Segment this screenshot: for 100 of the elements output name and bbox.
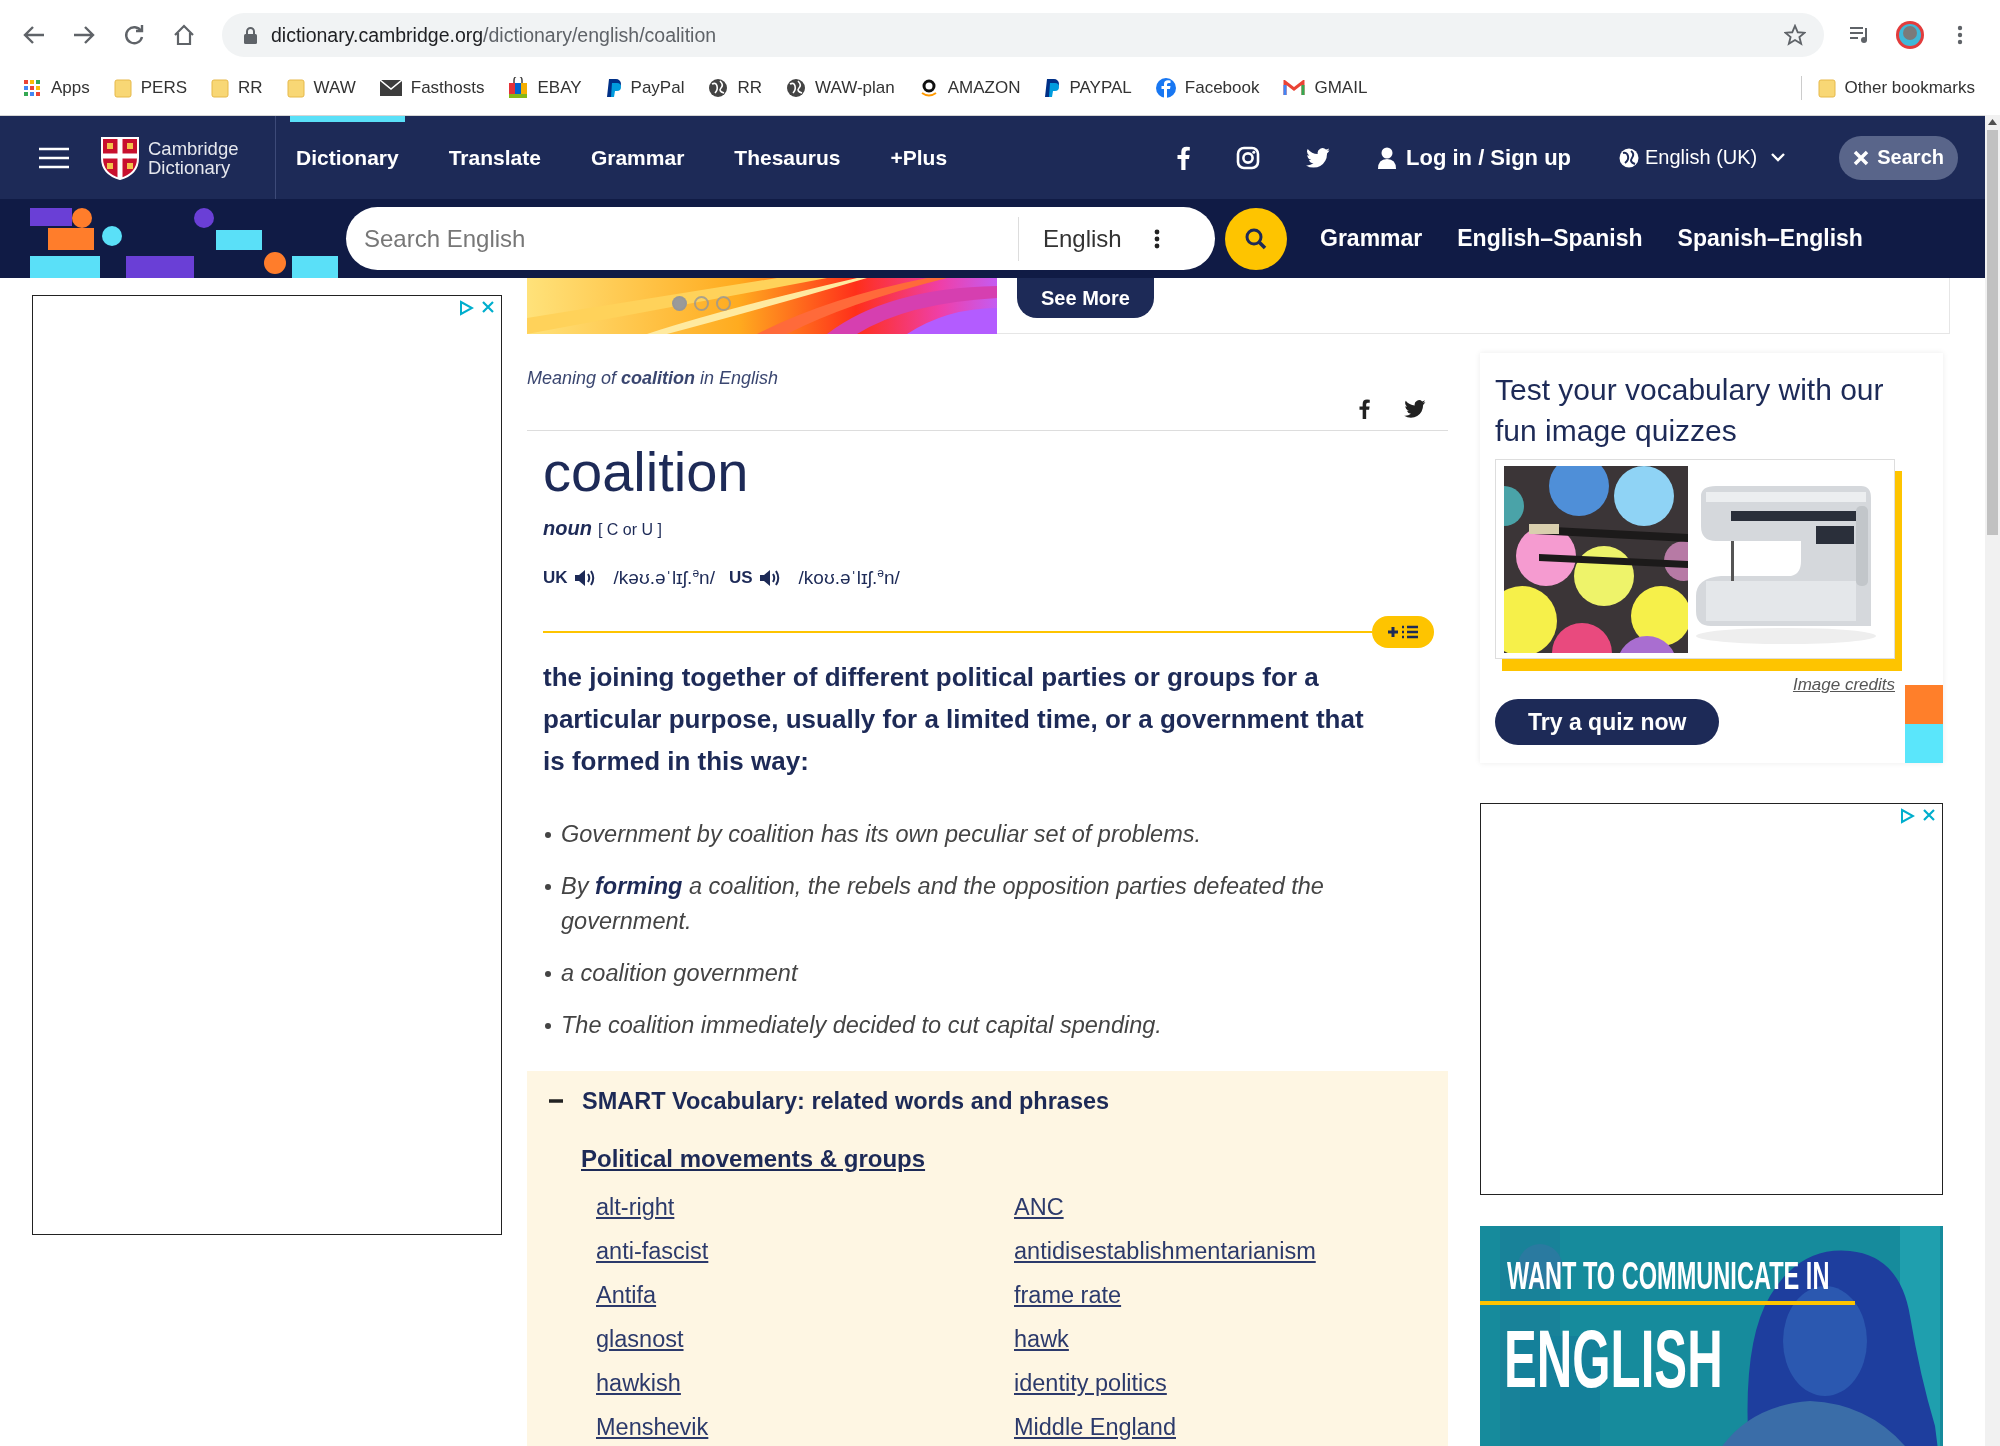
crest-icon <box>100 135 140 180</box>
bullet-icon <box>545 832 551 838</box>
word-link[interactable]: ANC <box>1014 1193 1064 1221</box>
topic-link[interactable]: Political movements & groups <box>581 1145 926 1173</box>
carousel-dot[interactable] <box>694 296 709 311</box>
bookmark[interactable]: Fasthosts <box>379 78 485 98</box>
lock-icon <box>244 26 257 44</box>
facebook-button[interactable] <box>1177 145 1191 170</box>
bookmark[interactable]: PERS <box>113 78 188 98</box>
bookmark[interactable]: PayPal <box>605 78 685 98</box>
globe-icon <box>1619 147 1639 168</box>
twitter-share-button[interactable] <box>1404 400 1426 418</box>
back-arrow-icon <box>23 25 45 45</box>
bookmark[interactable]: Apps <box>22 78 90 98</box>
close-icon[interactable] <box>481 300 495 314</box>
bullet-icon <box>545 971 551 977</box>
bookmark[interactable]: RR <box>708 78 762 98</box>
ad-headline: WANT TO COMMUNICATE IN <box>1507 1254 1830 1298</box>
word-link[interactable]: Antifa <box>596 1281 657 1309</box>
ad-choices-icon[interactable] <box>458 300 474 316</box>
shopping-bag-icon <box>508 77 529 99</box>
nav-tab[interactable]: Thesaurus <box>728 116 847 199</box>
ad-title: ENGLISH <box>1504 1314 1723 1404</box>
word-link[interactable]: anti-fascist <box>596 1237 709 1265</box>
folder-icon <box>211 78 230 98</box>
nav-tab[interactable]: Grammar <box>584 116 691 199</box>
scroll-up-arrow[interactable] <box>1988 119 1997 125</box>
bookmark[interactable]: PAYPAL <box>1044 78 1132 98</box>
dictionary-select[interactable]: English <box>1019 216 1160 261</box>
instagram-button[interactable] <box>1236 145 1261 170</box>
bookmark[interactable]: WAW-plan <box>786 78 895 98</box>
pronunciation: /kəʊ.əˈlɪʃ.$^{ə}$n/ <box>613 566 715 590</box>
menu-button[interactable] <box>38 146 70 169</box>
nav-tab[interactable]: +Plus <box>884 116 954 199</box>
facebook-icon <box>1155 78 1176 98</box>
scrollbar-thumb[interactable] <box>1987 130 1998 535</box>
folder-icon <box>1817 78 1836 98</box>
facebook-icon <box>1359 399 1370 419</box>
quiz-button[interactable]: Try a quiz now <box>1495 699 1720 745</box>
bookmark[interactable]: WAW <box>286 78 356 98</box>
reload-icon <box>123 24 145 46</box>
part-of-speech: noun <box>543 516 592 540</box>
bookmark[interactable]: RR <box>211 78 263 98</box>
headword: coalition <box>542 440 750 504</box>
pronunciation: /koʊ.əˈlɪʃ.$^{ə}$n/ <box>798 566 900 590</box>
example-sentence: By forming a coalition, the rebels and the opposition parties defeated the government. <box>561 872 1325 936</box>
word-link[interactable]: antidisestablishmentarianism <box>1014 1237 1316 1265</box>
plus-list-icon <box>1387 624 1419 640</box>
bookmark[interactable]: GMAIL <box>1283 78 1368 98</box>
home-icon <box>173 24 195 46</box>
speaker-icon[interactable] <box>573 568 596 588</box>
word-link[interactable]: Menshevik <box>596 1413 709 1441</box>
bird-icon <box>1404 400 1426 418</box>
forward-arrow-icon <box>73 25 95 45</box>
example-sentence: Government by coalition has its own peculiar set of problems. <box>561 820 1202 849</box>
menu-icon <box>38 146 70 169</box>
bookmark[interactable]: Facebook <box>1155 78 1260 98</box>
word-link[interactable]: identity politics <box>1014 1369 1167 1397</box>
address-bar[interactable]: dictionary.cambridge.org/dictionary/english/coalition <box>222 13 1824 57</box>
word-link[interactable]: hawk <box>1014 1325 1069 1353</box>
word-link[interactable]: alt-right <box>596 1193 675 1221</box>
nav-link[interactable]: Grammar <box>1320 225 1423 252</box>
word-link[interactable]: frame rate <box>1014 1281 1122 1309</box>
facebook-share-button[interactable] <box>1359 399 1370 419</box>
speaker-icon[interactable] <box>758 568 781 588</box>
word-link[interactable]: glasnost <box>596 1325 684 1353</box>
word-link[interactable]: Middle England <box>1014 1413 1176 1441</box>
carousel-dot[interactable] <box>716 296 731 311</box>
nav-link[interactable]: English–Spanish <box>1457 225 1643 252</box>
word-link[interactable]: hawkish <box>596 1369 681 1397</box>
globe-icon <box>708 78 729 98</box>
grammar-code: [ C or U ] <box>597 520 662 540</box>
search-button[interactable]: Search <box>1839 135 1958 180</box>
bird-icon <box>1306 147 1331 168</box>
paypal-icon <box>605 78 622 98</box>
bookmark-star-icon[interactable] <box>1784 24 1806 46</box>
see-more-button[interactable]: See More <box>1017 278 1154 318</box>
nav-link[interactable]: Spanish–English <box>1677 225 1863 252</box>
meaning-label: Meaning of coalition in English <box>527 367 780 389</box>
language-select[interactable]: English (UK) <box>1613 145 1792 170</box>
chevron-down-icon <box>1771 153 1786 162</box>
login-link[interactable]: Log in / Sign up <box>1378 144 1571 171</box>
twitter-button[interactable] <box>1306 147 1331 168</box>
example-sentence: The coalition immediately decided to cut capital spending. <box>561 1011 1162 1040</box>
user-icon <box>1378 146 1397 169</box>
bookmark[interactable]: AMAZON <box>918 78 1021 98</box>
logo-link[interactable]: Cambridge Dictionary <box>100 135 250 180</box>
folder-icon <box>286 78 305 98</box>
kebab-menu-icon <box>1957 25 1963 45</box>
image-credits-link[interactable]: Image credits <box>1792 675 1895 694</box>
close-icon[interactable] <box>1922 808 1936 822</box>
add-to-word-list-button[interactable] <box>1372 616 1434 648</box>
bookmark[interactable]: EBAY <box>508 77 582 99</box>
paypal-icon <box>1044 78 1061 98</box>
search-field[interactable]: Search English English <box>346 207 1215 270</box>
folder-icon <box>113 78 132 98</box>
ad-choices-icon[interactable] <box>1899 808 1915 824</box>
other-bookmarks[interactable]: Other bookmarks <box>1817 78 1975 98</box>
panel-title: SMART Vocabulary: related words and phrases <box>582 1087 1110 1115</box>
nav-tab[interactable]: Translate <box>442 116 547 199</box>
